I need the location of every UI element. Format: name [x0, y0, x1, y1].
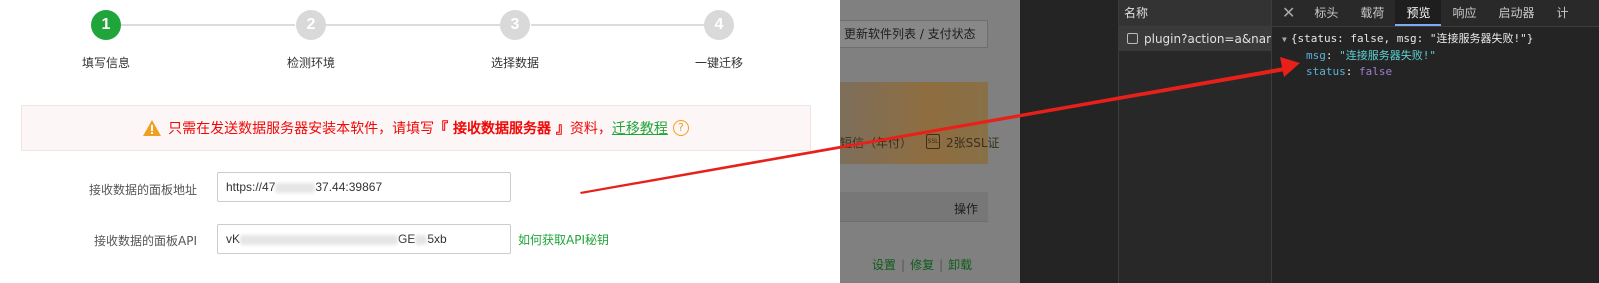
- separator: |: [901, 258, 906, 272]
- step-2-circle: 2: [296, 10, 326, 40]
- step-1-label: 填写信息: [81, 56, 130, 70]
- panel-api-value-end: GE: [398, 232, 416, 246]
- step-connector: [121, 24, 295, 26]
- background-page-overlay: 更新软件列表 / 支付状态 短信（年付） SSL 2张SSL证 操作 设置 | 修复…: [840, 0, 1020, 283]
- panel-address-value-mid: 37.4: [315, 180, 339, 194]
- json-preview: ▼ {status: false, msg: "连接服务器失败!"} msg: "…: [1272, 27, 1599, 80]
- json-string-value: "连接服务器失败!": [1339, 49, 1436, 62]
- panel-address-value-start: https://47: [226, 180, 276, 194]
- network-request-list: 名称 plugin?action=a&name=...: [1118, 0, 1272, 283]
- step-1-circle: 1: [91, 10, 121, 40]
- table-header: 操作: [840, 192, 988, 222]
- request-detail-pane: ✕ 标头 载荷 预览 响应 启动器 计 ▼ {status: false, msg…: [1272, 0, 1599, 283]
- request-checkbox[interactable]: [1127, 33, 1138, 44]
- panel-api-value-tail: 5xb: [427, 232, 447, 246]
- help-icon[interactable]: ?: [672, 120, 689, 136]
- separator: |: [939, 258, 944, 272]
- request-row[interactable]: plugin?action=a&name=...: [1119, 27, 1271, 51]
- step-2-label: 检测环境: [286, 56, 335, 70]
- step-3-circle: 3: [500, 10, 530, 40]
- tab-headers[interactable]: 标头: [1303, 0, 1349, 26]
- actions-column-header: 操作: [953, 202, 978, 216]
- expand-triangle-icon[interactable]: ▼: [1282, 35, 1287, 44]
- redacted-blur: [275, 182, 316, 193]
- panel-address-value-end: 4:39867: [338, 180, 383, 194]
- redacted-blur: [415, 234, 428, 245]
- banner-text-sms: 短信（年付）: [840, 136, 913, 150]
- step-4-circle: 4: [704, 10, 734, 40]
- panel-api-input[interactable]: vK GE 5xb: [217, 224, 511, 254]
- json-status-line: status: false: [1306, 65, 1393, 78]
- detail-tabs: ✕ 标头 载荷 预览 响应 启动器 计: [1272, 0, 1599, 27]
- banner-text-ssl: 2张SSL证: [946, 136, 1000, 150]
- uninstall-link: 卸载: [948, 258, 973, 272]
- json-key: status: [1306, 65, 1346, 78]
- promo-banner: 短信（年付） SSL 2张SSL证: [840, 82, 1000, 164]
- step-connector: [326, 24, 500, 26]
- json-summary-line[interactable]: ▼ {status: false, msg: "连接服务器失败!"}: [1282, 31, 1599, 48]
- api-key-help-link[interactable]: 如何获取API秘钥: [518, 231, 609, 248]
- panel-api-label: 接收数据的面板API: [94, 234, 197, 248]
- request-name: plugin?action=a&name=...: [1144, 32, 1271, 46]
- close-icon[interactable]: ✕: [1272, 0, 1303, 26]
- json-summary: {status: false, msg: "连接服务器失败!"}: [1290, 32, 1534, 45]
- ssl-badge-icon: SSL: [926, 134, 940, 149]
- panel-address-label: 接收数据的面板地址: [88, 183, 197, 197]
- panel-api-value-start: vK: [226, 232, 241, 246]
- row-actions: 设置 | 修复 | 卸载: [872, 256, 972, 273]
- tab-payload[interactable]: 载荷: [1349, 0, 1395, 26]
- warning-text: 只需在发送数据服务器安装本软件，请填写: [168, 121, 435, 137]
- warning-target: 『 接收数据服务器 』: [434, 121, 570, 137]
- devtools-panel: 名称 plugin?action=a&name=... ✕ 标头 载荷 预览 响…: [1020, 0, 1599, 283]
- migration-tutorial-link[interactable]: 迁移教程: [612, 118, 668, 138]
- warning-text-end: 资料，: [569, 121, 612, 137]
- panel-address-input[interactable]: https://47 37.44:39867: [217, 172, 511, 202]
- tab-response[interactable]: 响应: [1441, 0, 1487, 26]
- warning-icon: [143, 120, 162, 136]
- settings-link: 设置: [872, 258, 897, 272]
- warning-notice: 只需在发送数据服务器安装本软件，请填写 『 接收数据服务器 』 资料， 迁移教程…: [21, 105, 811, 151]
- tab-timing[interactable]: 计: [1545, 0, 1579, 26]
- redacted-blur: [240, 234, 399, 245]
- tab-initiator[interactable]: 启动器: [1487, 0, 1545, 26]
- step-connector: [531, 24, 705, 26]
- json-msg-line: msg: "连接服务器失败!": [1306, 49, 1436, 62]
- step-3-label: 选择数据: [490, 56, 539, 70]
- json-boolean-value: false: [1359, 65, 1393, 78]
- step-4-label: 一键迁移: [694, 56, 743, 70]
- json-key: msg: [1306, 49, 1326, 62]
- update-software-list-button: 更新软件列表 / 支付状态: [840, 20, 988, 48]
- tab-preview[interactable]: 预览: [1395, 0, 1442, 26]
- repair-link: 修复: [910, 258, 935, 272]
- migration-wizard: 1 2 3 4 填写信息 检测环境 选择数据 一键迁移 只需在发送数据服务器安装…: [0, 0, 840, 283]
- name-column-header: 名称: [1119, 0, 1271, 27]
